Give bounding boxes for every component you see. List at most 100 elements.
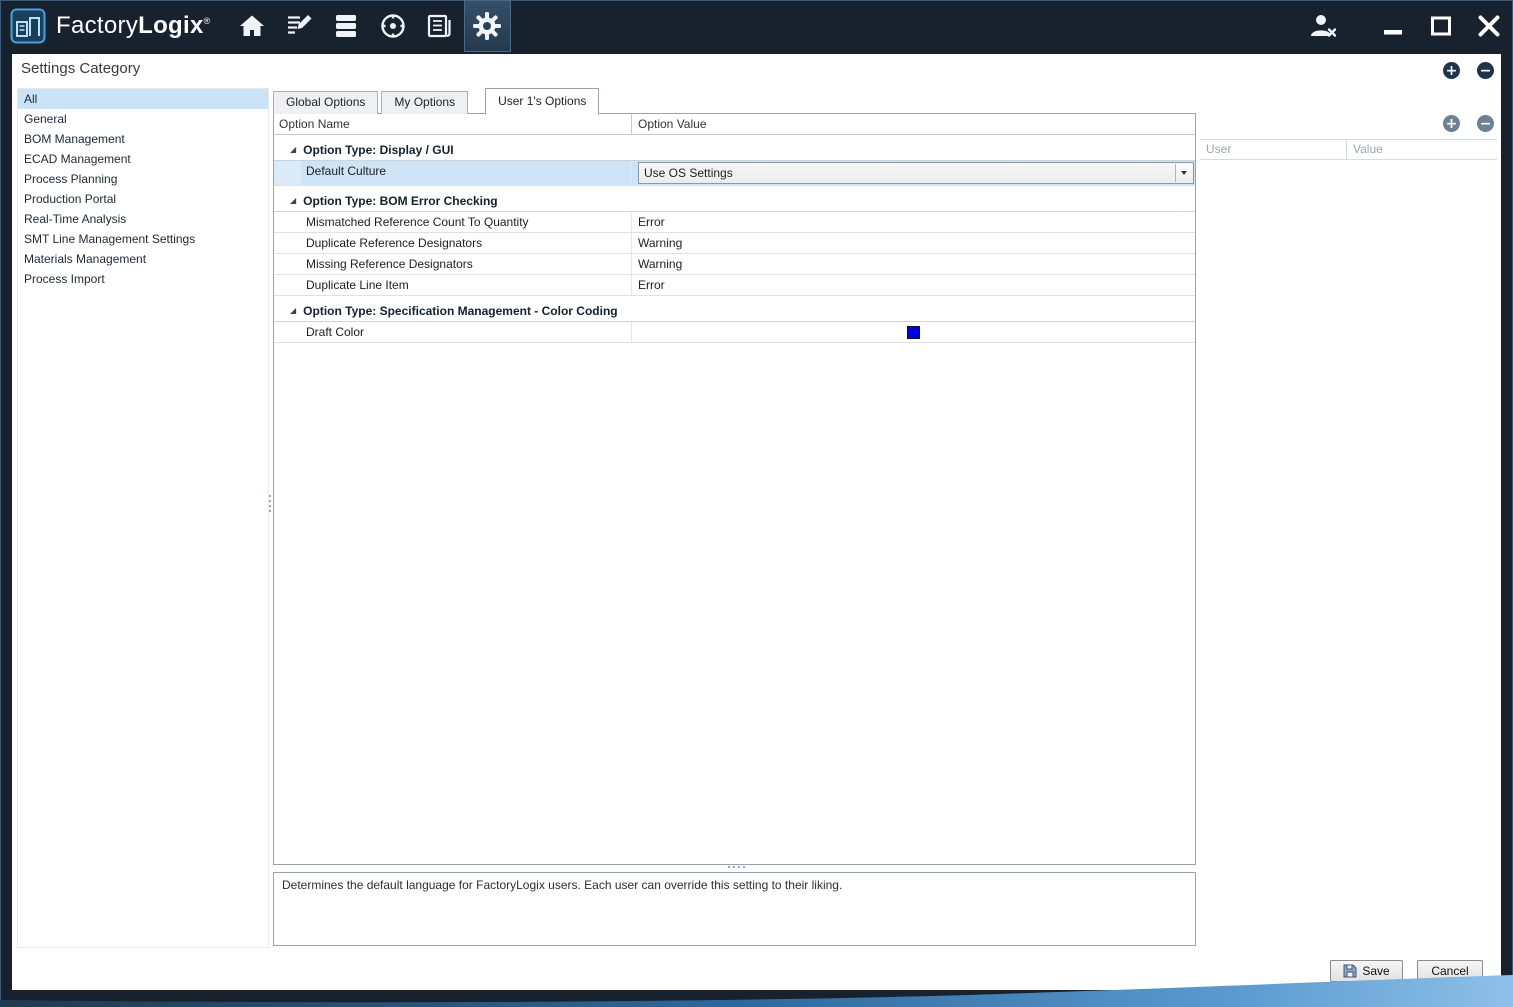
sidebar-item-smt-line-management-settings[interactable]: SMT Line Management Settings (18, 229, 268, 249)
remove-user-override-button[interactable]: − (1477, 115, 1494, 132)
row-header (274, 322, 301, 342)
sidebar-item-materials-management[interactable]: Materials Management (18, 249, 268, 269)
option-group-option-type-specification-management-color-coding[interactable]: ◢ Option Type: Specification Management -… (274, 300, 1195, 322)
option-row-default-culture[interactable]: Default Culture Use OS Settings (274, 161, 1195, 186)
sidebar-splitter[interactable] (269, 495, 271, 497)
option-description-text: Determines the default language for Fact… (282, 878, 842, 892)
option-value-cell: Warning (632, 233, 1195, 253)
tab-user-1-s-options[interactable]: User 1's Options (485, 88, 599, 115)
option-group-option-type-display-gui[interactable]: ◢ Option Type: Display / GUI (274, 139, 1195, 161)
row-header (274, 275, 301, 295)
materials-button[interactable] (323, 0, 370, 52)
user-overrides-header: User Value (1200, 139, 1497, 160)
sidebar-item-production-portal[interactable]: Production Portal (18, 189, 268, 209)
sidebar-item-all[interactable]: All (18, 89, 268, 109)
app-title: FactoryLogix® (56, 12, 211, 40)
save-button-label: Save (1362, 964, 1389, 978)
remove-category-button[interactable]: − (1477, 62, 1494, 79)
option-group-label: Option Type: BOM Error Checking (303, 194, 497, 208)
user-logout-button[interactable] (1299, 0, 1347, 52)
default-culture-dropdown[interactable]: Use OS Settings (638, 162, 1194, 184)
draft-color-swatch[interactable] (907, 326, 920, 339)
bom-editor-button[interactable] (276, 0, 323, 52)
option-row-draft-color[interactable]: Draft Color (274, 322, 1195, 343)
cancel-button[interactable]: Cancel (1417, 960, 1483, 982)
group-expander-icon[interactable]: ◢ (290, 197, 296, 205)
dropdown-arrow-glyph (1181, 171, 1187, 175)
settings-button[interactable] (464, 0, 511, 52)
main-nav (229, 0, 511, 52)
column-header-option-name[interactable]: Option Name (274, 114, 632, 134)
app-brand: FactoryLogix® (10, 8, 211, 44)
sidebar-item-bom-management[interactable]: BOM Management (18, 129, 268, 149)
row-header (274, 212, 301, 232)
row-header (274, 254, 301, 274)
settings-page: Settings Category + − AllGeneralBOM Mana… (12, 54, 1501, 990)
gear-icon (472, 11, 502, 41)
cancel-button-label: Cancel (1431, 964, 1468, 978)
tab-global-options[interactable]: Global Options (273, 91, 378, 114)
minimize-icon (1380, 13, 1406, 39)
option-value-cell: Error (632, 275, 1195, 295)
option-name-cell[interactable]: Duplicate Reference Designators (301, 233, 632, 253)
option-name-cell[interactable]: Missing Reference Designators (301, 254, 632, 274)
sidebar-item-process-import[interactable]: Process Import (18, 269, 268, 289)
maximize-icon (1428, 13, 1454, 39)
bom-editor-icon (285, 13, 313, 39)
options-grid: Option Name Option Value ◢ Option Type: D… (273, 113, 1196, 865)
row-header (274, 233, 301, 253)
factorylogix-window: { "titlebar": { "brand": { "regular": "F… (0, 0, 1513, 1007)
dropdown-selected-value: Use OS Settings (644, 163, 733, 183)
group-expander-icon[interactable]: ◢ (290, 307, 296, 315)
option-name-cell[interactable]: Draft Color (301, 322, 632, 342)
sidebar-item-ecad-management[interactable]: ECAD Management (18, 149, 268, 169)
materials-stack-icon (332, 13, 360, 39)
option-value-cell: Warning (632, 254, 1195, 274)
option-value-cell: Error (632, 212, 1195, 232)
save-button[interactable]: Save (1330, 960, 1403, 982)
options-tab-strip: Global OptionsMy Options User 1's Options (273, 87, 602, 114)
options-grid-header: Option Name Option Value (274, 114, 1195, 135)
option-row-duplicate-line-item[interactable]: Duplicate Line ItemError (274, 275, 1195, 296)
tab-my-options[interactable]: My Options (381, 91, 468, 114)
navigator-compass-icon (379, 12, 407, 40)
add-category-button[interactable]: + (1443, 62, 1460, 79)
documents-icon (426, 13, 454, 39)
close-button[interactable] (1465, 0, 1513, 52)
minimize-button[interactable] (1369, 0, 1417, 52)
option-group-label: Option Type: Display / GUI (303, 143, 453, 157)
description-splitter[interactable] (728, 866, 730, 868)
save-disk-icon (1343, 964, 1357, 978)
option-row-duplicate-reference-designators[interactable]: Duplicate Reference DesignatorsWarning (274, 233, 1195, 254)
chevron-down-icon[interactable] (1175, 164, 1192, 182)
option-row-mismatched-reference-count-to-quantity[interactable]: Mismatched Reference Count To QuantityEr… (274, 212, 1195, 233)
navigator-button[interactable] (370, 0, 417, 52)
user-logout-icon (1308, 12, 1338, 40)
row-header (274, 161, 301, 185)
option-name-cell[interactable]: Duplicate Line Item (301, 275, 632, 295)
settings-category-list: AllGeneralBOM ManagementECAD ManagementP… (17, 88, 269, 948)
home-button[interactable] (229, 0, 276, 52)
column-header-option-value[interactable]: Option Value (632, 114, 1195, 134)
option-name-cell[interactable]: Default Culture (301, 161, 632, 185)
option-value-cell: Use OS Settings (632, 161, 1195, 185)
option-row-missing-reference-designators[interactable]: Missing Reference DesignatorsWarning (274, 254, 1195, 275)
column-header-user[interactable]: User (1200, 140, 1347, 159)
group-expander-icon[interactable]: ◢ (290, 146, 296, 154)
option-name-cell[interactable]: Mismatched Reference Count To Quantity (301, 212, 632, 232)
sidebar-item-process-planning[interactable]: Process Planning (18, 169, 268, 189)
maximize-button[interactable] (1417, 0, 1465, 52)
option-group-option-type-bom-error-checking[interactable]: ◢ Option Type: BOM Error Checking (274, 190, 1195, 212)
add-user-override-button[interactable]: + (1443, 115, 1460, 132)
option-group-label: Option Type: Specification Management - … (303, 304, 617, 318)
column-header-value[interactable]: Value (1347, 140, 1497, 159)
sidebar-item-real-time-analysis[interactable]: Real-Time Analysis (18, 209, 268, 229)
titlebar: FactoryLogix® (0, 0, 1513, 52)
option-value-cell (632, 322, 1195, 342)
settings-category-title: Settings Category (21, 60, 140, 77)
window-controls (1299, 0, 1513, 52)
sidebar-item-general[interactable]: General (18, 109, 268, 129)
documents-button[interactable] (417, 0, 464, 52)
close-icon (1475, 12, 1503, 40)
home-icon (238, 13, 266, 39)
